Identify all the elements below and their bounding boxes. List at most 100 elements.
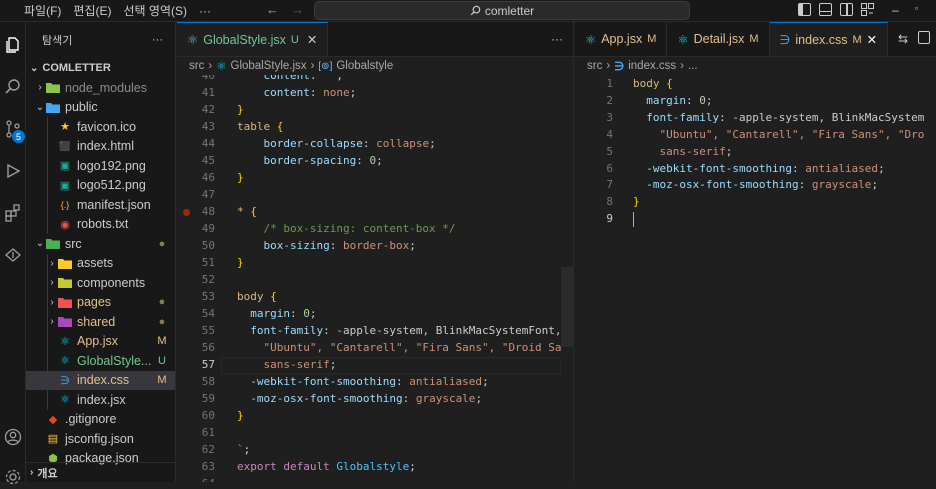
line-number: 61: [201, 426, 215, 439]
image-icon: ▣: [59, 179, 71, 192]
breadcrumb-symbol[interactable]: Globalstyle: [336, 60, 393, 72]
menu-more[interactable]: ···: [199, 4, 211, 18]
activity-bar: 5: [0, 22, 26, 485]
tab-bar-left: ⚛ GlobalStyle.jsx U ✕ ···: [177, 22, 573, 57]
code-line: table {: [237, 120, 284, 133]
toggle-sidebar-icon[interactable]: [798, 3, 811, 16]
remote-explorer-icon[interactable]: [4, 246, 22, 264]
tree-item[interactable]: › components: [26, 273, 175, 293]
outline-section[interactable]: › 개요: [26, 462, 175, 482]
account-icon[interactable]: [4, 428, 22, 446]
customize-layout-icon[interactable]: [861, 3, 874, 16]
code-area-left[interactable]: 40 content: ""; 41 content: none; 42} 43 tab…: [177, 75, 573, 482]
tree-item[interactable]: ★ favicon.ico: [26, 117, 175, 137]
code-line: "Ubuntu", "Cantarell", "Fira Sans", "Dro…: [237, 341, 562, 354]
tree-item[interactable]: ▣ logo192.png: [26, 156, 175, 176]
tab-detailjsx[interactable]: ⚛ Detail.jsx M: [667, 22, 770, 56]
indent-guide: [47, 195, 48, 215]
menu-file[interactable]: 파일(F): [24, 2, 61, 19]
breadcrumb-file[interactable]: index.css: [628, 60, 676, 72]
tab-bar-right: ⚛ App.jsx M ⚛ Detail.jsx M ∋ index.css M ✕ ⇆: [575, 22, 936, 57]
tree-item-label: .gitignore: [65, 412, 117, 427]
code-line: }: [237, 256, 244, 269]
tree-item[interactable]: ⌄ public: [26, 98, 175, 118]
source-control-badge: 5: [12, 130, 25, 143]
tree-item[interactable]: ⬛ index.html: [26, 136, 175, 156]
tab-status: U: [290, 33, 299, 46]
code-area-right[interactable]: 1 body {2 margin: 0; 3 font-family: -apple…: [575, 75, 936, 482]
workspace-root[interactable]: ⌄ COMLETTER: [26, 58, 175, 78]
split-editor-icon[interactable]: [918, 31, 930, 44]
scrollbar-thumb[interactable]: [561, 267, 573, 347]
menu-edit[interactable]: 편집(E): [73, 2, 111, 19]
tree-item[interactable]: › pages ●: [26, 292, 175, 312]
restore-icon[interactable]: ▫: [915, 3, 918, 17]
line-number: 43: [201, 120, 215, 133]
breadcrumb-src[interactable]: src: [189, 60, 204, 72]
scrollbar-left[interactable]: [561, 75, 573, 482]
command-center-search[interactable]: comletter: [314, 1, 690, 20]
git-status-badge: U: [158, 354, 166, 367]
code-line: }: [237, 409, 244, 422]
indent-guide: [47, 117, 48, 137]
breadcrumb-src[interactable]: src: [587, 60, 602, 72]
pages-folder-icon: [58, 296, 72, 308]
explorer-icon[interactable]: [4, 36, 22, 54]
chevron-down-icon: ⌄: [35, 101, 45, 113]
tree-item[interactable]: › node_modules: [26, 78, 175, 98]
explorer-more-button[interactable]: ···: [152, 34, 163, 46]
react-icon: ⚛: [677, 32, 689, 47]
editor-group-left: ⚛ GlobalStyle.jsx U ✕ ··· src › ⚛ Global…: [177, 22, 574, 482]
search-activity-icon[interactable]: [4, 78, 22, 96]
tree-item[interactable]: {.} manifest.json: [26, 195, 175, 215]
line-number: 2: [606, 93, 613, 107]
react-icon: ⚛: [187, 33, 199, 47]
close-icon[interactable]: ✕: [307, 32, 317, 47]
tab-indexcss[interactable]: ∋ index.css M ✕: [769, 22, 889, 56]
tree-item-label: favicon.ico: [77, 119, 137, 134]
editor-group-right: ⚛ App.jsx M ⚛ Detail.jsx M ∋ index.css M ✕ ⇆ src ›…: [575, 22, 936, 482]
indent-guide: [47, 312, 48, 332]
assets-folder-icon: [58, 257, 72, 269]
tree-item[interactable]: ▣ logo512.png: [26, 175, 175, 195]
tab-appjsx[interactable]: ⚛ App.jsx M: [575, 22, 668, 56]
line-number: 40: [201, 75, 215, 82]
forward-arrow-icon[interactable]: →: [291, 2, 304, 17]
breadcrumb-ellipsis[interactable]: ...: [688, 60, 698, 72]
tree-item[interactable]: ⚛ index.jsx: [26, 390, 175, 410]
open-changes-icon[interactable]: ⇆: [898, 32, 908, 46]
line-number: 56: [201, 341, 215, 354]
tab-globalstyle[interactable]: ⚛ GlobalStyle.jsx U ✕: [177, 22, 329, 56]
line-number: 63: [201, 460, 215, 473]
toggle-secondary-sidebar-icon[interactable]: [840, 3, 853, 16]
run-debug-icon[interactable]: [4, 162, 22, 180]
tree-item[interactable]: ▤ jsconfig.json: [26, 429, 175, 449]
extensions-icon[interactable]: [4, 204, 22, 222]
minimize-icon[interactable]: –: [892, 3, 899, 17]
indent-guide: [47, 214, 48, 234]
tree-item[interactable]: › shared ●: [26, 312, 175, 332]
tree-item[interactable]: ∋ index.css M: [26, 370, 175, 390]
source-control-icon[interactable]: 5: [4, 120, 25, 143]
tree-item[interactable]: ⌄ src ●: [26, 234, 175, 254]
editor-more-button[interactable]: ···: [551, 32, 563, 46]
tab-label: index.css: [795, 32, 848, 47]
line-number: 42: [201, 103, 215, 116]
tree-item-label: logo512.png: [77, 178, 146, 193]
breadcrumb-file[interactable]: GlobalStyle.jsx: [231, 60, 307, 72]
code-line: -webkit-font-smoothing: antialiased;: [646, 161, 885, 175]
breakpoint-icon[interactable]: [183, 209, 190, 216]
tree-item[interactable]: ⚛ App.jsx M: [26, 331, 175, 351]
menu-selection[interactable]: 선택 영역(S): [123, 2, 187, 19]
tree-item[interactable]: ⚛ GlobalStyle... U: [26, 351, 175, 371]
indent-guide: [47, 292, 48, 312]
toggle-panel-icon[interactable]: [819, 3, 832, 16]
tree-item[interactable]: › assets: [26, 253, 175, 273]
close-icon[interactable]: ✕: [867, 32, 877, 47]
tree-item[interactable]: ◉ robots.txt: [26, 214, 175, 234]
settings-gear-icon[interactable]: [4, 468, 22, 486]
back-arrow-icon[interactable]: ←: [266, 2, 279, 17]
code-line: -moz-osx-font-smoothing: grayscale;: [646, 178, 879, 192]
tree-item[interactable]: ◆ .gitignore: [26, 410, 175, 430]
tree-item-label: index.css: [77, 373, 130, 388]
